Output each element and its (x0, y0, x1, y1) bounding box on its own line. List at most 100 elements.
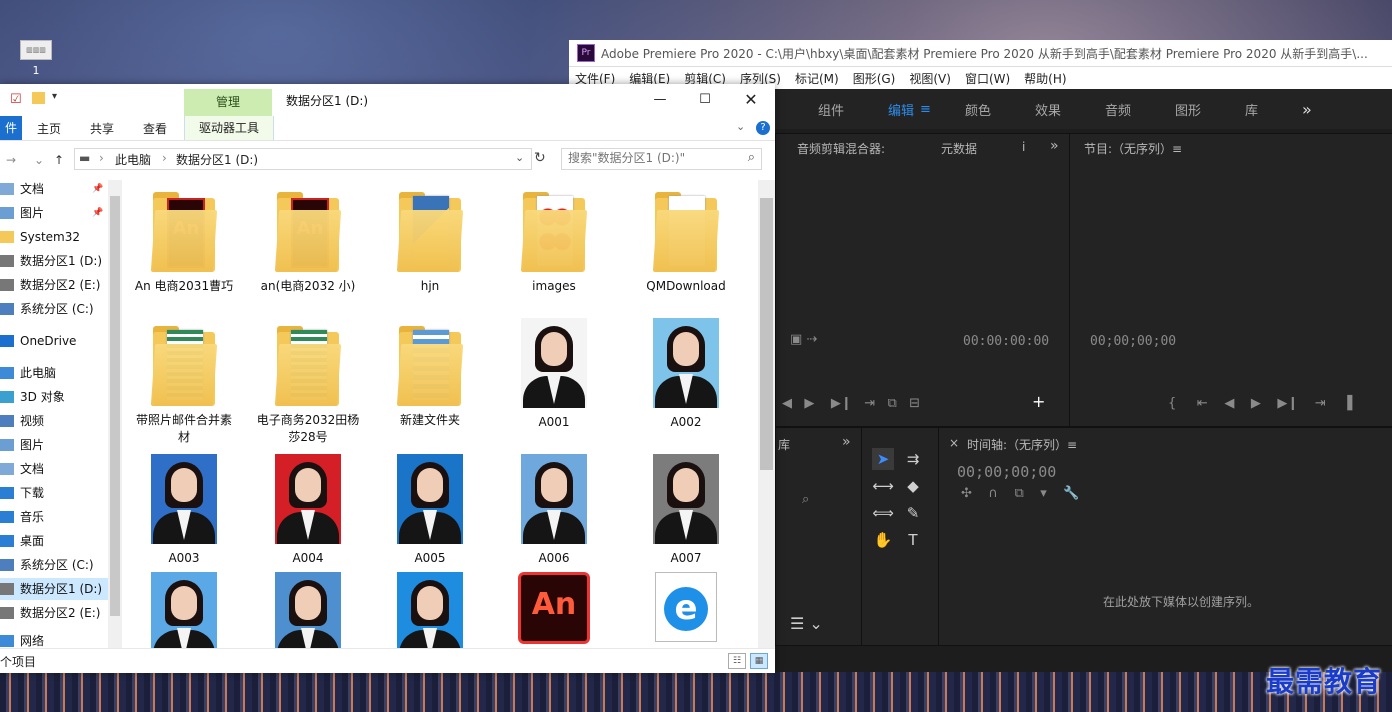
image-file-item[interactable] (378, 572, 482, 648)
folder-item[interactable]: 电子商务2032田杨莎28号 (256, 318, 360, 446)
menu-item[interactable]: 视图(V) (909, 70, 951, 87)
panel-overflow-icon[interactable]: » (842, 434, 851, 450)
content-scrollbar-thumb[interactable] (760, 198, 773, 470)
nav-item[interactable]: OneDrive (0, 330, 110, 352)
menu-item[interactable]: 图形(G) (853, 70, 896, 87)
workspace-overflow-icon[interactable]: » (1302, 100, 1312, 119)
image-file-item[interactable]: A005 (378, 454, 482, 567)
forward-arrow-icon[interactable]: → (6, 153, 16, 167)
folder-item[interactable]: hjn (378, 184, 482, 295)
tab-file[interactable]: 件 (0, 116, 22, 140)
details-view-icon[interactable]: ☷ (728, 653, 746, 669)
workspace-tab[interactable]: 图形 (1175, 100, 1201, 119)
timeline-controls[interactable]: ✣ ∩ ⧉ ▾ 🔧 (961, 486, 1080, 501)
nav-item[interactable]: 图片 📌 (0, 202, 110, 224)
nav-item[interactable]: 3D 对象 (0, 386, 110, 408)
recent-dropdown-icon[interactable]: ⌄ (34, 153, 44, 167)
tab-audio-clip-mixer[interactable]: 音频剪辑混合器: (797, 140, 885, 157)
wrench-icon[interactable]: 🔧 (1063, 486, 1079, 501)
workspace-tab[interactable]: 编辑 (888, 100, 914, 119)
type-tool-icon[interactable]: T (902, 529, 924, 551)
chevron-down-icon[interactable]: ⌄ (515, 151, 524, 164)
workspace-tab[interactable]: 颜色 (965, 100, 991, 119)
folder-item[interactable]: 带照片邮件合并素材 (132, 318, 236, 446)
program-transport-controls[interactable]: { ⇤ ◀︎ ▶ ▶❙ ⇥ ▐ (1168, 396, 1352, 411)
tab-share[interactable]: 共享 (90, 120, 114, 137)
info-icon[interactable]: i (1022, 140, 1025, 154)
menu-item[interactable]: 窗口(W) (965, 70, 1010, 87)
add-button-icon[interactable]: + (1032, 392, 1045, 411)
close-icon[interactable]: ✕ (731, 89, 771, 111)
folder-item[interactable]: QMDownload (634, 184, 738, 295)
help-icon[interactable]: ? (756, 121, 770, 135)
tab-home[interactable]: 主页 (37, 120, 61, 137)
workspace-tab[interactable]: 组件 (818, 100, 844, 119)
slip-tool-icon[interactable]: ⟺ (872, 502, 894, 524)
workspace-tab[interactable]: 效果 (1035, 100, 1061, 119)
nav-item[interactable]: 系统分区 (C:) (0, 554, 110, 576)
hand-tool-icon[interactable]: ✋ (872, 529, 894, 551)
nav-item[interactable]: 下载 (0, 482, 110, 504)
nav-item[interactable]: 数据分区1 (D:) (0, 578, 110, 600)
maximize-icon[interactable]: ☐ (685, 89, 725, 111)
nav-item[interactable]: 文档 📌 (0, 180, 110, 200)
refresh-icon[interactable]: ↻ (534, 150, 546, 166)
nav-item[interactable]: 音乐 (0, 506, 110, 528)
tab-manage[interactable]: 管理 (184, 89, 272, 116)
nav-item[interactable]: 网络 (0, 630, 110, 648)
image-file-item[interactable]: A002 (634, 318, 738, 431)
pin-icon[interactable]: 📌 (92, 180, 103, 200)
explorer-titlebar[interactable]: ☑ ▾ 管理 数据分区1 (D:) — ☐ ✕ (0, 84, 775, 116)
nav-scrollbar-thumb[interactable] (110, 196, 120, 616)
nav-item[interactable]: 文档 (0, 458, 110, 480)
address-bar[interactable]: ▬ › 此电脑 › 数据分区1 (D:) ⌄ (74, 148, 532, 170)
folder-item[interactable]: An An 电商2031曹巧 (132, 184, 236, 295)
panel-overflow-icon[interactable]: » (1050, 138, 1059, 154)
large-icons-view-icon[interactable]: ▦ (750, 653, 768, 669)
desktop-shortcut[interactable]: ▥▥▥ 1 (20, 40, 52, 77)
breadcrumb-drive[interactable]: 数据分区1 (D:) (176, 151, 258, 168)
folder-item[interactable]: 新建文件夹 (378, 318, 482, 429)
search-icon[interactable]: ⌕ (748, 150, 755, 165)
folder-item[interactable]: An an(电商2032 小) (256, 184, 360, 295)
nav-item[interactable]: 此电脑 (0, 362, 110, 384)
image-file-item[interactable]: A004 (256, 454, 360, 567)
nav-item[interactable]: 数据分区2 (E:) (0, 602, 110, 624)
pin-icon[interactable]: 📌 (92, 202, 103, 224)
pen-tool-icon[interactable]: ✎ (902, 502, 924, 524)
image-file-item[interactable]: A006 (502, 454, 606, 567)
nav-item[interactable]: 数据分区1 (D:) (0, 250, 110, 272)
selection-tool-icon[interactable]: ➤ (872, 448, 894, 470)
properties-icon[interactable]: ☑ (10, 92, 22, 107)
tab-drive-tools[interactable]: 驱动器工具 (184, 116, 274, 140)
folder-item[interactable]: images (502, 184, 606, 295)
tab-library[interactable]: 库 (778, 436, 790, 453)
tab-metadata[interactable]: 元数据 (941, 140, 977, 157)
premiere-titlebar[interactable]: Pr Adobe Premiere Pro 2020 - C:\用户\hbxy\… (569, 40, 1392, 67)
close-icon[interactable]: × (949, 436, 959, 450)
nav-item[interactable]: 视频 (0, 410, 110, 432)
image-file-item[interactable] (256, 572, 360, 648)
workspace-tab[interactable]: 库 (1245, 100, 1258, 119)
image-file-item[interactable]: A003 (132, 454, 236, 567)
workspace-menu-icon[interactable]: ≡ (920, 102, 931, 117)
breadcrumb-this-pc[interactable]: 此电脑 (115, 151, 151, 168)
tab-view[interactable]: 查看 (143, 120, 167, 137)
minimize-icon[interactable]: — (640, 89, 680, 111)
marker-icon[interactable]: ▣ ⇢ (790, 332, 817, 347)
list-view-icon[interactable]: ☰ ⌄ (790, 614, 823, 633)
ribbon-expand-icon[interactable]: ⌄ (736, 120, 745, 133)
search-folder-icon[interactable]: ⌕ (802, 492, 809, 507)
quick-access-dropdown-icon[interactable]: ▾ (52, 91, 57, 102)
menu-item[interactable]: 标记(M) (795, 70, 839, 87)
nav-item[interactable]: 系统分区 (C:) (0, 298, 110, 320)
workspace-tab[interactable]: 音频 (1105, 100, 1131, 119)
tab-timeline[interactable]: 时间轴:（无序列）≡ (967, 436, 1077, 453)
nav-item[interactable]: System32 (0, 226, 110, 248)
track-select-tool-icon[interactable]: ⇉ (902, 448, 924, 470)
new-folder-icon[interactable] (32, 92, 45, 104)
image-file-item[interactable] (132, 572, 236, 648)
ripple-edit-tool-icon[interactable]: ⟷ (872, 475, 894, 497)
file-item[interactable]: e (634, 572, 738, 648)
image-file-item[interactable]: A001 (502, 318, 606, 431)
